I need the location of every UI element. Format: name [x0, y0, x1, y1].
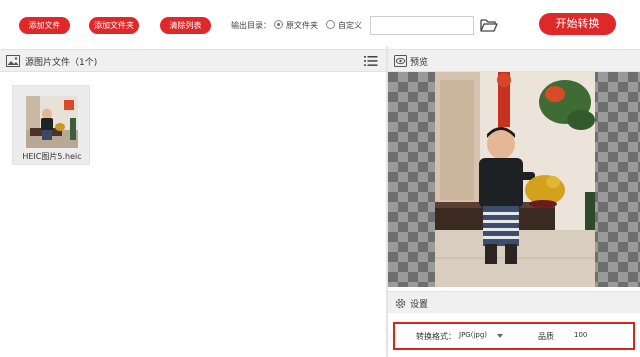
radio-custom-label: 自定义	[338, 21, 362, 30]
add-folder-button[interactable]: 添加文件夹	[89, 17, 139, 34]
radio-source-folder-label: 原文件夹	[286, 21, 318, 30]
dropdown-arrow-icon[interactable]	[497, 334, 503, 338]
file-thumbnail	[26, 96, 78, 148]
file-name: HEIC图片5.heic	[22, 152, 82, 161]
start-convert-button[interactable]: 开始转换	[539, 13, 616, 35]
toolbar: 添加文件 添加文件夹 清除列表 输出目录： 原文件夹 自定义 开始转换	[0, 0, 640, 46]
preview-panel-header: 预览	[388, 49, 640, 72]
clear-list-button[interactable]: 清除列表	[160, 17, 211, 34]
file-list: HEIC图片5.heic	[0, 72, 386, 352]
output-dir-label: 输出目录：	[231, 21, 271, 30]
format-label: 转换格式：	[416, 332, 456, 341]
folder-open-icon[interactable]	[479, 16, 499, 34]
quality-label: 品质	[538, 332, 554, 341]
image-icon	[6, 55, 20, 67]
file-panel-title: 源图片文件（1个)	[25, 58, 98, 68]
eye-icon	[394, 55, 407, 67]
add-file-button[interactable]: 添加文件	[19, 17, 70, 34]
settings-panel-header: 设置	[388, 291, 640, 313]
file-panel-header: 源图片文件（1个)	[0, 49, 386, 72]
radio-custom[interactable]	[326, 20, 335, 29]
radio-source-folder[interactable]	[274, 20, 283, 29]
file-item[interactable]: HEIC图片5.heic	[12, 85, 90, 165]
preview-title: 预览	[410, 58, 429, 68]
list-menu-icon[interactable]	[364, 54, 378, 68]
output-path-input[interactable]	[370, 16, 474, 35]
gear-icon	[394, 297, 407, 310]
quality-value[interactable]: 100	[574, 331, 587, 339]
preview-image	[435, 72, 595, 287]
preview-area	[388, 72, 640, 287]
settings-title: 设置	[410, 300, 429, 310]
